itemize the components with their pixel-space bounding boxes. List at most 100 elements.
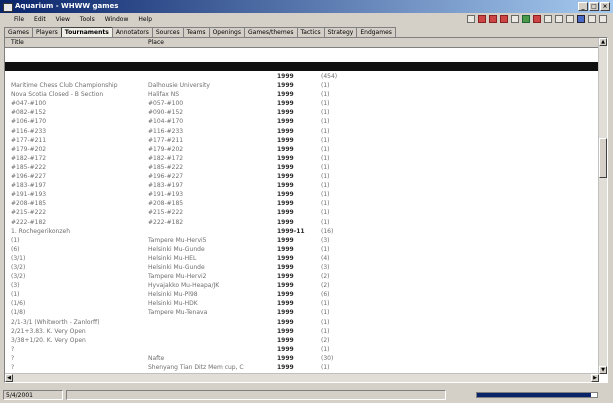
table-row[interactable]: ? Shenyang Tian Ditz Mem cup, C 1999 (1) [5,363,599,372]
row-count: (1) [321,209,330,217]
toolbar [467,15,607,23]
table-row[interactable]: #183-#197 #183-#197 1999 (1) [5,181,599,190]
search-icon[interactable] [544,15,552,23]
add-icon[interactable] [478,15,486,23]
row-year: 1999 [277,173,294,181]
row-place: Nafte [148,354,165,362]
menu-window[interactable]: Window [105,14,129,26]
row-count: (1) [321,245,330,253]
table-row[interactable]: 3/38+1/20. K. Very Open 1999 (2) [5,336,599,345]
play-icon[interactable] [599,15,607,23]
row-place: Tampere Mu-Hervi5 [148,236,207,244]
scroll-down-icon[interactable]: ▼ [599,366,607,374]
vertical-scrollbar[interactable]: ▲ ▼ [598,38,607,374]
table-row[interactable]: #182-#172 #182-#172 1999 (1) [5,154,599,163]
table-row[interactable]: ? Nafte 1999 (30) [5,354,599,363]
table-row[interactable]: (1/6) Helsinki Mu-HDK 1999 (1) [5,299,599,308]
tab-endgames[interactable]: Endgames [356,27,396,37]
menu-file[interactable]: File [14,14,24,26]
table-row[interactable]: #047-#100 #057-#100 1999 (1) [5,99,599,108]
selected-row[interactable] [5,62,599,71]
tab-players[interactable]: Players [32,27,62,37]
row-place: Hyvajakko Mu-Heapa/JK [148,282,220,290]
row-year: 1999 [277,364,294,371]
table-row[interactable]: Nova Scotia Closed - B Section Halifax NS… [5,90,599,99]
tab-strategy[interactable]: Strategy [323,27,358,37]
chart-icon[interactable] [588,15,596,23]
table-row[interactable]: (6) Helsinki Mu-Gunde 1999 (1) [5,245,599,254]
table-row[interactable]: (3/2) Helsinki Mu-Gunde 1999 (3) [5,263,599,272]
copy-icon[interactable] [555,15,563,23]
table-row[interactable]: #179-#202 #179-#202 1999 (1) [5,145,599,154]
tools-icon[interactable] [511,15,519,23]
row-count: (1) [321,327,330,335]
table-row[interactable]: 1999 (454) [5,72,599,81]
tab-tournaments[interactable]: Tournaments [60,27,113,37]
table-row[interactable]: (3/2) Tampere Mu-Hervi2 1999 (2) [5,272,599,281]
menu-view[interactable]: View [56,14,70,26]
table-row[interactable]: Maritime Chess Club Championship Dalhousi… [5,81,599,90]
table-row[interactable]: #222-#182 #222-#182 1999 (1) [5,218,599,227]
table-row[interactable]: 1. Rochegerikonzeh 1999-11 (16) [5,227,599,236]
maximize-button[interactable]: □ [589,2,599,11]
table-row[interactable]: #196-#227 #196-#227 1999 (1) [5,172,599,181]
row-place: #057-#100 [148,100,184,108]
column-place[interactable]: Place [148,38,164,47]
scroll-left-icon[interactable]: ◀ [5,374,13,382]
menu-help[interactable]: Help [138,14,152,26]
horizontal-scrollbar[interactable]: ◀ ▶ [5,373,599,382]
table-row[interactable]: (1) Tampere Mu-Hervi5 1999 (3) [5,236,599,245]
table-row[interactable]: (1) Helsinki Mu-Pl98 1999 (6) [5,290,599,299]
tournament-list[interactable]: Title Place 1999 (454) Maritime Chess Club… [4,37,608,383]
tab-teams[interactable]: Teams [182,27,210,37]
tab-openings[interactable]: Openings [208,27,245,37]
menu-tools[interactable]: Tools [80,14,95,26]
column-title[interactable]: Title [11,38,24,47]
title-bar[interactable]: Aquarium - WHWW games _ □ × [0,0,613,13]
table-row[interactable]: (1/8) Tampere Mu-Tenava 1999 (1) [5,308,599,317]
add-icon[interactable] [489,15,497,23]
row-title: 2/21+3.83. K. Very Open [11,327,86,335]
add-icon[interactable] [500,15,508,23]
row-title: #106-#170 [11,118,47,126]
tab-sources[interactable]: Sources [151,27,184,37]
scroll-right-icon[interactable]: ▶ [591,374,599,382]
table-row[interactable]: ? 1999 (1) [5,345,599,354]
close-button[interactable]: × [600,2,610,11]
scroll-up-icon[interactable]: ▲ [599,38,607,46]
close-icon[interactable] [533,15,541,23]
row-title: #082-#152 [11,109,47,117]
row-title: #182-#172 [11,154,47,162]
table-row[interactable]: 2/1-3/1 (Whitworth - Zanlorff) 1999 (1) [5,318,599,327]
tab-games-themes[interactable]: Games/themes [244,27,298,37]
paste-icon[interactable] [566,15,574,23]
table-row[interactable]: #191-#193 #191-#193 1999 (1) [5,190,599,199]
table-row[interactable]: #215-#222 #215-#222 1999 (1) [5,208,599,217]
refresh-icon[interactable] [522,15,530,23]
table-row[interactable]: #177-#211 #177-#211 1999 (1) [5,136,599,145]
table-row[interactable]: 2/21+3.83. K. Very Open 1999 (1) [5,327,599,336]
row-place: Tampere Mu-Hervi2 [148,273,207,281]
sort-icon[interactable] [467,15,475,23]
row-count: (1) [321,200,330,208]
scroll-thumb[interactable] [599,138,607,178]
table-row[interactable]: #208-#185 #208-#185 1999 (1) [5,199,599,208]
row-count: (1) [321,127,330,135]
table-row[interactable]: #185-#222 #185-#222 1999 (1) [5,163,599,172]
row-year: 1999 [277,291,294,299]
table-row[interactable]: (3) Hyvajakko Mu-Heapa/JK 1999 (2) [5,281,599,290]
minimize-button[interactable]: _ [578,2,588,11]
tab-annotators[interactable]: Annotators [111,27,153,37]
row-place: #222-#182 [148,218,184,226]
row-place: #183-#197 [148,182,184,190]
table-row[interactable]: (3/1) Helsinki Mu-HEL 1999 (4) [5,254,599,263]
table-row[interactable]: #116-#233 #116-#233 1999 (1) [5,127,599,136]
table-row[interactable]: #106-#170 #104-#170 1999 (1) [5,117,599,126]
tab-games[interactable]: Games [4,27,33,37]
row-place: #116-#233 [148,127,184,135]
tab-tactics[interactable]: Tactics [296,27,325,37]
row-place: Helsinki Mu-HDK [148,300,198,308]
menu-edit[interactable]: Edit [34,14,46,26]
table-row[interactable]: #082-#152 #090-#152 1999 (1) [5,108,599,117]
database-icon[interactable] [577,15,585,23]
